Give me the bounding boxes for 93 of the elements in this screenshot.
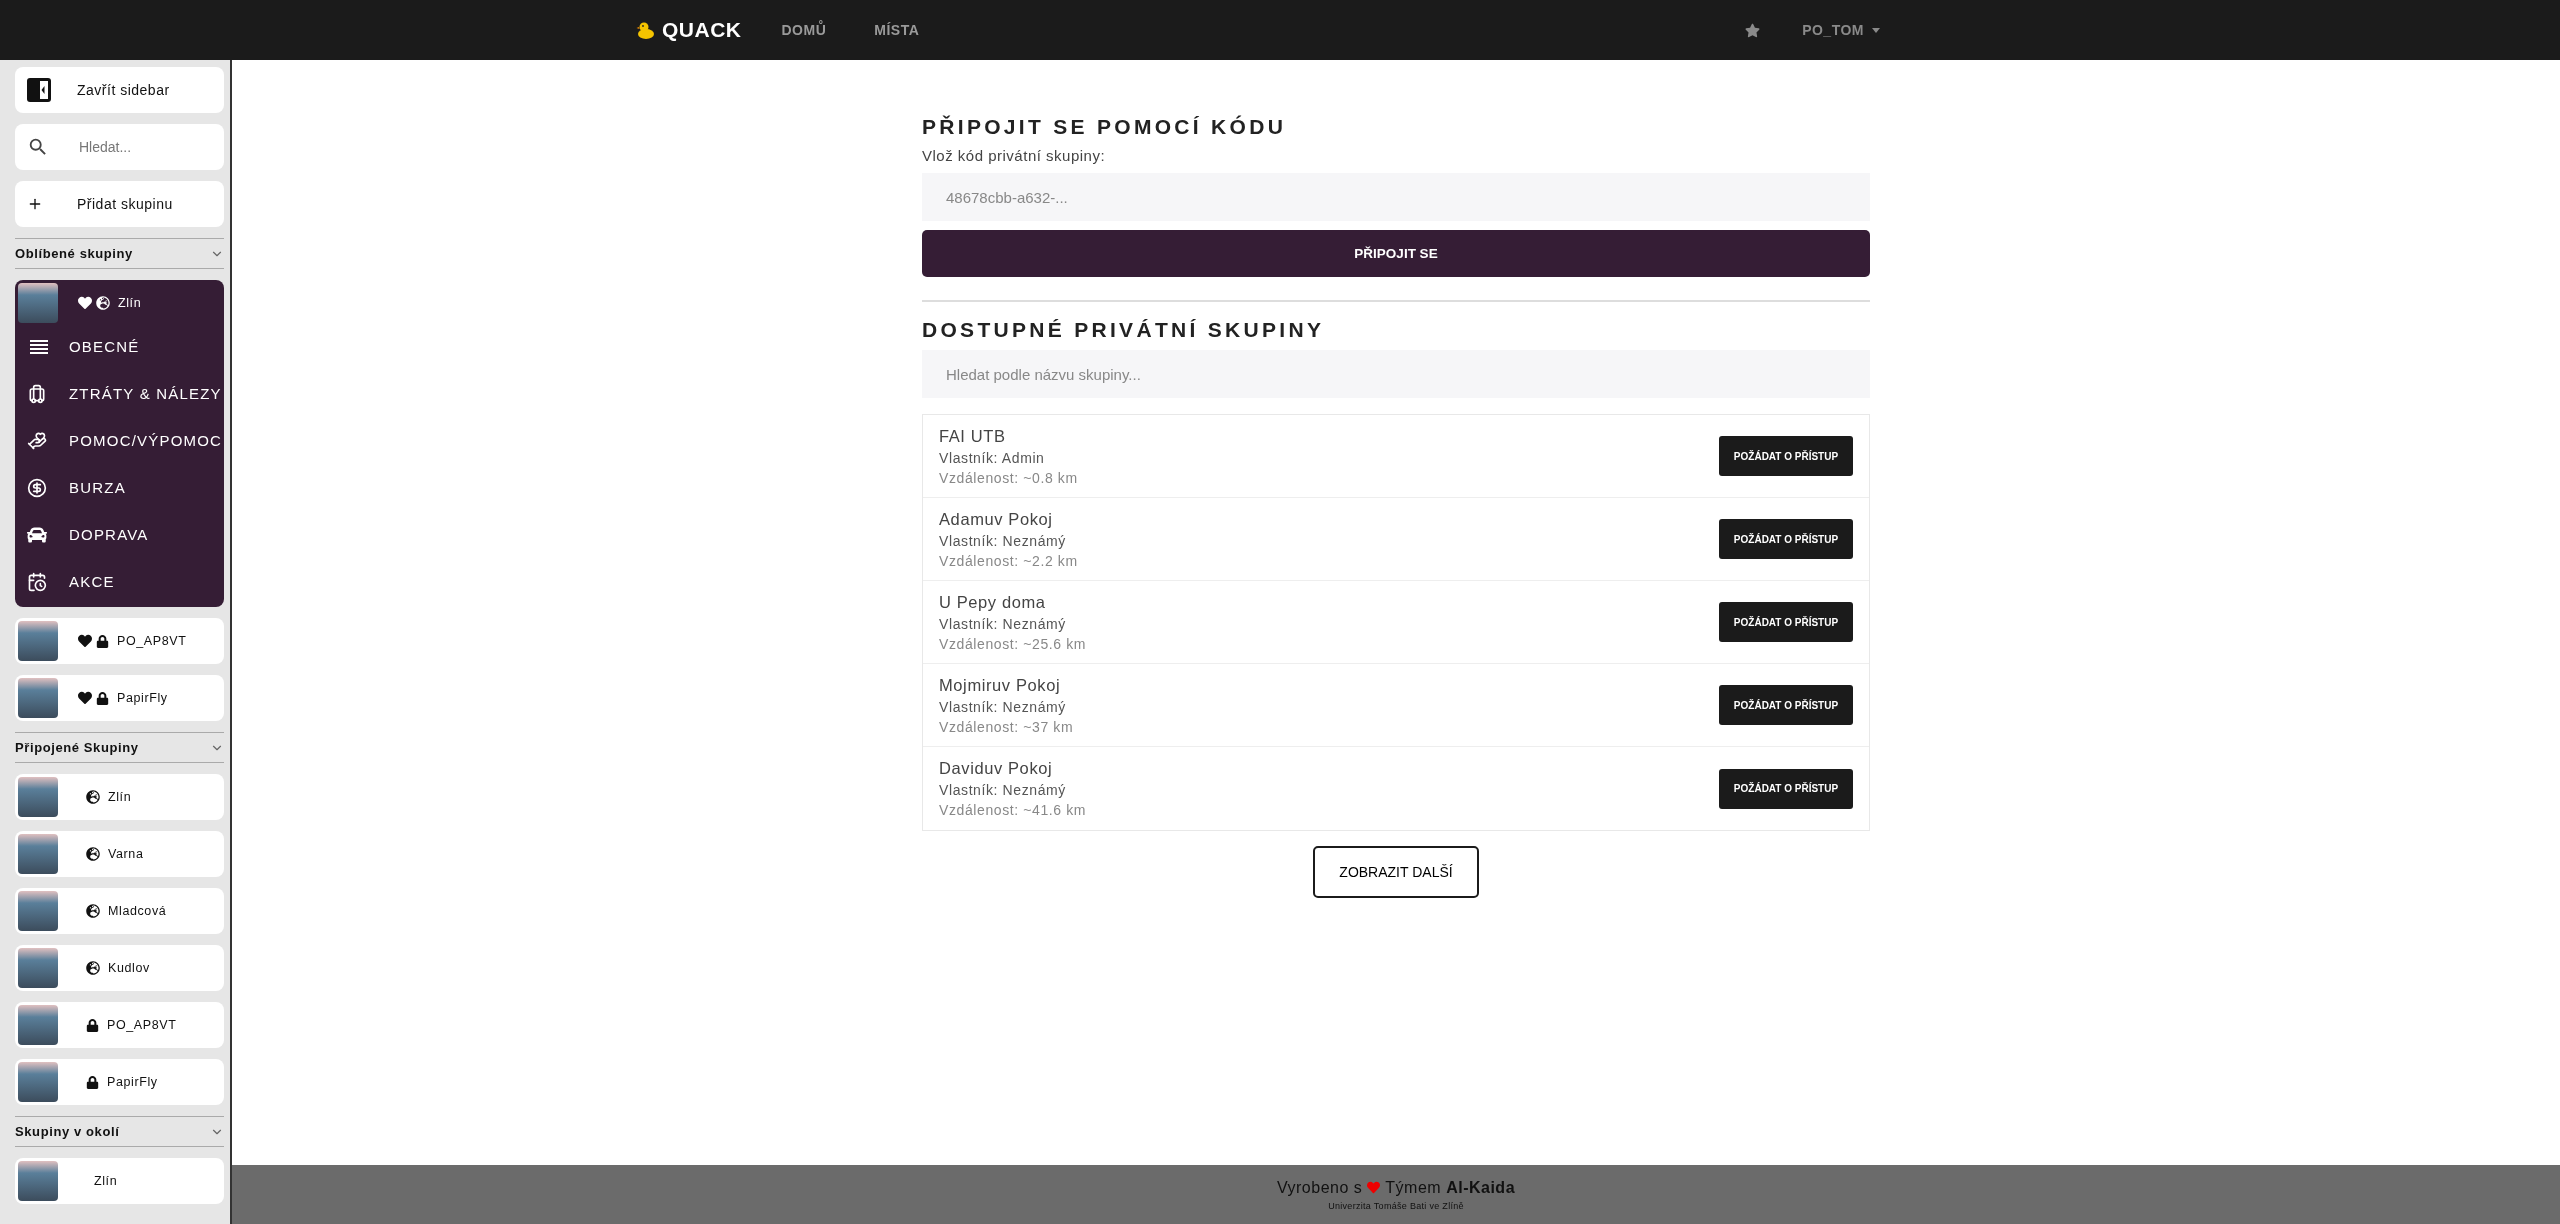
nav-link[interactable]: MÍSTA <box>874 22 920 38</box>
photo-placeholder <box>18 1005 58 1045</box>
group-card[interactable]: Zlín <box>15 1158 224 1204</box>
section-title: PŘIPOJIT SE POMOCÍ KÓDU <box>922 115 1288 139</box>
category-label: POMOC/VÝPOMOC <box>69 432 223 449</box>
group-card[interactable]: Mladcová <box>15 888 224 934</box>
request-access-button[interactable]: POŽÁDAT O PŘÍSTUP <box>1719 685 1853 725</box>
group-name: Mojmiruv Pokoj <box>939 675 1062 695</box>
group-name: Zlín <box>94 1174 118 1188</box>
photo-placeholder <box>18 948 58 988</box>
distance-text: Vzdálenost: ~0.8 km <box>939 469 1078 486</box>
category-item[interactable]: OBECNÉ <box>15 323 224 370</box>
request-access-button[interactable]: POŽÁDAT O PŘÍSTUP <box>1719 436 1853 476</box>
group-search-field[interactable]: Hledat podle názvu skupiny... <box>922 350 1870 398</box>
category-item[interactable]: BURZA <box>15 464 224 511</box>
group-name: PapirFly <box>117 691 168 705</box>
group-card[interactable]: Kudlov <box>15 945 224 991</box>
group-name: PO_AP8VT <box>117 634 187 648</box>
join-button[interactable]: PŘIPOJIT SE <box>922 230 1870 277</box>
request-access-button[interactable]: POŽÁDAT O PŘÍSTUP <box>1719 519 1853 559</box>
dollar-icon <box>27 477 47 498</box>
category-item[interactable]: ZTRÁTY & NÁLEZY <box>15 370 224 417</box>
category-label: AKCE <box>69 573 115 590</box>
group-name: Mladcová <box>108 904 167 918</box>
plus-icon <box>27 196 43 212</box>
add-group-button[interactable]: Přidat skupinu <box>15 181 224 227</box>
group-name: PO_AP8VT <box>107 1018 177 1032</box>
category-item[interactable]: DOPRAVA <box>15 511 224 558</box>
photo-placeholder <box>18 1161 58 1201</box>
section-title: DOSTUPNÉ PRIVÁTNÍ SKUPINY <box>922 318 1326 342</box>
section-header[interactable]: Oblíbené skupiny <box>15 238 224 269</box>
group-name: Kudlov <box>108 961 150 975</box>
group-name: FAI UTB <box>939 426 1007 446</box>
request-access-button[interactable]: POŽÁDAT O PŘÍSTUP <box>1719 768 1853 809</box>
group-card[interactable]: PapirFly <box>15 675 224 721</box>
team-name: Al-Kaida <box>1446 1178 1516 1197</box>
group-name: Daviduv Pokoj <box>939 759 1054 778</box>
star-icon[interactable] <box>1745 22 1761 38</box>
category-label: OBECNÉ <box>69 338 140 355</box>
photo-placeholder <box>18 777 58 817</box>
owner-text: Vlastník: Neznámý <box>939 698 1067 715</box>
owner-text: Vlastník: Neznámý <box>939 532 1067 549</box>
field-label: Vlož kód privátní skupiny: <box>922 147 1107 164</box>
user-menu[interactable]: PO_TOM <box>1802 22 1880 38</box>
group-card[interactable]: Zlín <box>15 774 224 820</box>
photo-placeholder <box>18 1062 58 1102</box>
group-name: U Pepy doma <box>939 592 1047 612</box>
group-name: PapirFly <box>107 1075 158 1089</box>
footer-text: Vyrobeno s <box>1276 1178 1363 1197</box>
heart-icon <box>1367 1181 1381 1194</box>
nav-link[interactable]: DOMŮ <box>781 22 827 38</box>
search-field[interactable]: Hledat... <box>77 138 197 156</box>
category-item[interactable]: POMOC/VÝPOMOC <box>15 417 224 464</box>
photo-placeholder <box>18 834 58 874</box>
close-sidebar-button[interactable]: Zavřít sidebar <box>15 67 224 113</box>
distance-text: Vzdálenost: ~37 km <box>939 718 1074 735</box>
category-label: ZTRÁTY & NÁLEZY <box>69 385 222 402</box>
owner-text: Vlastník: Neznámý <box>939 615 1067 632</box>
distance-text: Vzdálenost: ~2.2 km <box>939 552 1078 569</box>
section-header[interactable]: Skupiny v okolí <box>15 1116 224 1147</box>
group-card[interactable]: PO_AP8VT <box>15 618 224 664</box>
distance-text: Vzdálenost: ~41.6 km <box>939 802 1087 818</box>
duck-logo <box>636 20 656 40</box>
request-access-button[interactable]: POŽÁDAT O PŘÍSTUP <box>1719 602 1853 642</box>
distance-text: Vzdálenost: ~25.6 km <box>939 635 1087 652</box>
group-name: Zlín <box>118 296 142 310</box>
owner-text: Vlastník: Admin <box>939 449 1046 466</box>
photo-placeholder <box>18 283 58 323</box>
brand-name[interactable]: QUACK <box>662 18 742 42</box>
show-more-button[interactable]: ZOBRAZIT DALŠÍ <box>1313 846 1479 898</box>
photo-placeholder <box>18 678 58 718</box>
code-field[interactable]: 48678cbb-a632-... <box>922 173 1870 221</box>
group-name: Zlín <box>108 790 132 804</box>
footer-text: Týmem <box>1385 1178 1442 1197</box>
calendar-icon <box>27 571 47 592</box>
university-name: Univerzita Tomáše Bati ve Zlíně <box>1328 1200 1464 1211</box>
group-card[interactable]: Zlín OBECNÉ ZTRÁTY & NÁLEZY POMOC/VÝPOMOC BURZA DOPRAVA AKCE <box>15 280 224 607</box>
group-card[interactable]: Varna <box>15 831 224 877</box>
group-card[interactable]: PO_AP8VT <box>15 1002 224 1048</box>
luggage-icon <box>27 383 47 404</box>
section-header[interactable]: Připojené Skupiny <box>15 732 224 763</box>
category-label: BURZA <box>69 479 126 496</box>
photo-placeholder <box>18 621 58 661</box>
search-icon <box>27 136 49 158</box>
category-item[interactable]: AKCE <box>15 558 224 605</box>
group-card[interactable]: PapirFly <box>15 1059 224 1105</box>
sidebar-toggle-icon <box>27 78 51 102</box>
photo-placeholder <box>18 891 58 931</box>
group-name: Varna <box>108 847 144 861</box>
hand-icon <box>27 430 47 451</box>
category-label: DOPRAVA <box>69 526 149 543</box>
group-name: Adamuv Pokoj <box>939 509 1054 529</box>
owner-text: Vlastník: Neznámý <box>939 782 1067 798</box>
